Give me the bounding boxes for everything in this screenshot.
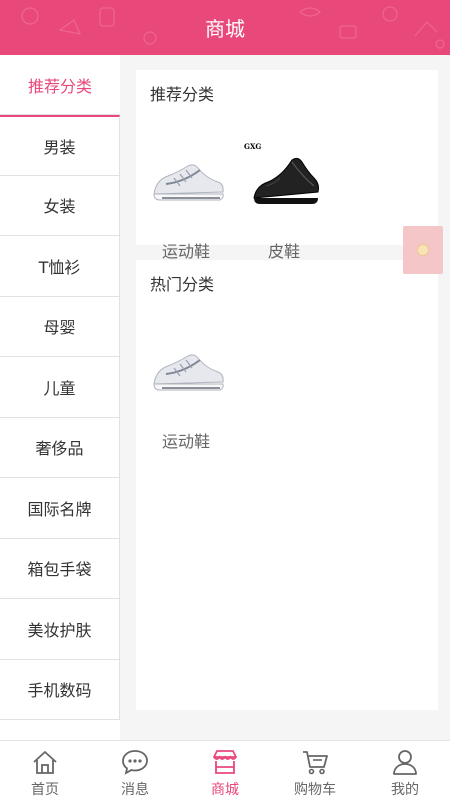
sidebar-item-label: 母婴	[43, 318, 76, 338]
shop-icon	[213, 750, 237, 774]
product-tile-sneaker[interactable]: 运动鞋	[146, 144, 226, 262]
recommended-section: 推荐分类 运动鞋 GXG 皮鞋	[136, 70, 438, 261]
sidebar-item-children[interactable]: 儿童	[0, 357, 120, 418]
floating-red-packet-button[interactable]	[403, 226, 443, 274]
home-icon	[33, 751, 57, 774]
sidebar-item-luxury[interactable]: 奢侈品	[0, 417, 120, 478]
sidebar-item-digital[interactable]: 手机数码	[0, 659, 120, 720]
tab-profile[interactable]: 我的	[360, 741, 450, 800]
sidebar-item-beauty[interactable]: 美妆护肤	[0, 599, 120, 660]
app-header: 商城	[0, 0, 450, 55]
sidebar-item-label: 奢侈品	[35, 439, 84, 459]
sidebar-item-tshirts[interactable]: T恤衫	[0, 236, 120, 297]
tab-label: 购物车	[294, 782, 336, 798]
leather-shoe-image	[253, 157, 319, 204]
section-title: 热门分类	[150, 275, 215, 294]
user-icon	[393, 750, 417, 775]
tab-label: 商城	[211, 782, 239, 798]
sidebar-item-intl-brands[interactable]: 国际名牌	[0, 478, 120, 539]
sidebar-item-label: 女装	[43, 197, 76, 217]
product-tile-leather-shoe[interactable]: GXG 皮鞋	[244, 142, 324, 262]
sidebar-item-label: T恤衫	[38, 257, 81, 277]
product-label: 运动鞋	[161, 432, 210, 451]
tab-cart[interactable]: 购物车	[270, 741, 360, 800]
tab-label: 消息	[121, 782, 149, 798]
sidebar-item-label: 箱包手袋	[27, 560, 92, 580]
tab-home[interactable]: 首页	[0, 741, 90, 800]
sidebar-item-label: 男装	[43, 137, 76, 157]
message-icon	[122, 750, 148, 775]
sidebar-item-label: 美妆护肤	[27, 620, 92, 640]
sneaker-image	[153, 354, 224, 391]
brand-logo: GXG	[244, 142, 262, 151]
section-title: 推荐分类	[150, 85, 215, 104]
bottom-tab-bar: 首页 消息 商城 购物车 我的	[0, 740, 450, 800]
product-label: 运动鞋	[161, 242, 210, 261]
coin-icon	[417, 244, 429, 256]
sidebar-item-maternity[interactable]: 母婴	[0, 296, 120, 357]
sidebar-item-label: 儿童	[43, 378, 76, 398]
sidebar-item-menswear[interactable]: 男装	[0, 115, 120, 176]
category-sidebar: 推荐分类 男装 女装 T恤衫 母婴 儿童 奢侈品 国际名牌 箱包手袋 美妆护肤 …	[0, 55, 120, 740]
category-content: 推荐分类 运动鞋 GXG 皮鞋 热门分类 运动鞋	[120, 55, 450, 740]
sidebar-item-recommended[interactable]: 推荐分类	[0, 55, 120, 115]
sidebar-item-label: 手机数码	[27, 681, 92, 701]
product-label: 皮鞋	[267, 242, 300, 261]
tab-label: 我的	[391, 782, 419, 798]
sneaker-image	[153, 164, 224, 201]
sidebar-item-label: 国际名牌	[27, 499, 92, 519]
page-title: 商城	[205, 17, 245, 41]
product-tile-sneaker[interactable]: 运动鞋	[146, 334, 226, 452]
cart-icon	[303, 751, 328, 775]
tab-messages[interactable]: 消息	[90, 741, 180, 800]
tab-shop[interactable]: 商城	[180, 741, 270, 800]
hot-section: 热门分类 运动鞋	[136, 260, 438, 710]
sidebar-item-label: 推荐分类	[27, 76, 92, 96]
sidebar-item-womenswear[interactable]: 女装	[0, 175, 120, 236]
tab-label: 首页	[31, 782, 59, 798]
sidebar-item-bags[interactable]: 箱包手袋	[0, 538, 120, 599]
